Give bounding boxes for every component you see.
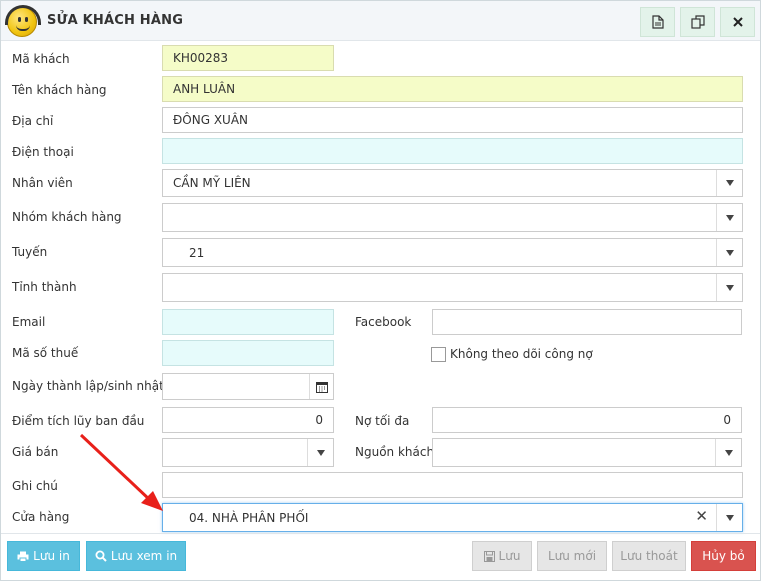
ma-khach-label: Mã khách [12,52,70,66]
nhom-khach-hang-label: Nhóm khách hàng [12,210,122,224]
nhan-vien-value: CẦN MỸ LIÊN [173,176,251,190]
ngay-thanh-lap-input[interactable] [162,373,334,400]
luu-in-button[interactable]: Lưu in [7,541,80,571]
clear-icon[interactable]: ✕ [695,508,708,524]
dialog-header: SỬA KHÁCH HÀNG [1,1,760,41]
khong-theo-doi-label: Không theo dõi công nợ [450,347,593,361]
dia-chi-value: ĐÔNG XUÂN [173,113,249,127]
dia-chi-label: Địa chỉ [12,114,54,128]
copy-icon [690,15,705,29]
luu-xem-in-label: Lưu xem in [110,549,178,563]
search-icon [95,550,107,562]
tuyen-label: Tuyến [12,245,48,259]
no-toi-da-label: Nợ tối đa [355,414,410,428]
diem-tich-luy-label: Điểm tích lũy ban đầu [12,414,145,428]
ten-khach-hang-input[interactable]: ANH LUÂN [162,76,743,102]
luu-label: Lưu [498,549,521,563]
copy-button[interactable] [680,7,715,37]
gia-ban-label: Giá bán [12,445,59,459]
ghi-chu-label: Ghi chú [12,479,58,493]
chevron-down-icon [716,504,742,531]
tinh-thanh-select[interactable] [162,273,743,302]
chevron-down-icon [715,439,741,466]
facebook-label: Facebook [355,315,412,329]
cua-hang-value: 04. NHÀ PHÂN PHỐI [189,510,309,525]
luu-moi-button[interactable]: Lưu mới [537,541,607,571]
tinh-thanh-label: Tỉnh thành [12,280,77,294]
gia-ban-select[interactable] [162,438,334,467]
dialog-title: SỬA KHÁCH HÀNG [47,13,184,28]
luu-xem-in-button[interactable]: Lưu xem in [86,541,186,571]
edit-customer-dialog: SỬA KHÁCH HÀNG Mã khách KH00283 Tên khác… [0,0,761,581]
facebook-input[interactable] [432,309,742,335]
luu-thoat-button[interactable]: Lưu thoát [612,541,686,571]
calendar-button[interactable] [309,374,333,399]
nguon-khach-label: Nguồn khách [355,445,435,459]
huy-bo-label: Hủy bỏ [702,549,745,563]
nguon-khach-select[interactable] [432,438,742,467]
ngay-thanh-lap-label: Ngày thành lập/sinh nhật [12,379,164,393]
ma-so-thue-label: Mã số thuế [12,346,79,360]
huy-bo-button[interactable]: Hủy bỏ [691,541,756,571]
no-toi-da-value: 0 [723,413,731,427]
app-logo-icon [5,5,41,37]
tuyen-value: 21 [189,245,205,260]
ma-khach-value: KH00283 [173,51,229,65]
document-button[interactable] [640,7,675,37]
close-button[interactable] [720,7,755,37]
luu-in-label: Lưu in [33,549,70,563]
luu-moi-label: Lưu mới [547,549,597,563]
chevron-down-icon [307,439,333,466]
chevron-down-icon [716,239,742,266]
ghi-chu-input[interactable] [162,472,743,498]
ten-khach-hang-label: Tên khách hàng [12,83,107,97]
diem-tich-luy-value: 0 [315,413,323,427]
calendar-icon [315,381,328,393]
cua-hang-label: Cửa hàng [12,510,70,524]
cua-hang-select[interactable]: 04. NHÀ PHÂN PHỐI ✕ [162,503,743,532]
nhan-vien-label: Nhân viên [12,176,73,190]
nhan-vien-select[interactable]: CẦN MỸ LIÊN [162,169,743,197]
save-icon [483,550,495,562]
dia-chi-input[interactable]: ĐÔNG XUÂN [162,107,743,133]
ten-khach-hang-value: ANH LUÂN [173,82,236,96]
email-input[interactable] [162,309,334,335]
tuyen-select[interactable]: 21 [162,238,743,267]
dien-thoai-input[interactable] [162,138,743,164]
ma-so-thue-input[interactable] [162,340,334,366]
chevron-down-icon [716,170,742,196]
email-label: Email [12,315,46,329]
nhom-khach-hang-select[interactable] [162,203,743,232]
luu-thoat-label: Lưu thoát [620,549,678,563]
document-icon [651,15,664,29]
close-icon [732,17,743,27]
chevron-down-icon [716,204,742,231]
ma-khach-input[interactable]: KH00283 [162,45,334,71]
diem-tich-luy-input[interactable]: 0 [162,407,334,433]
no-toi-da-input[interactable]: 0 [432,407,742,433]
khong-theo-doi-checkbox[interactable] [431,347,446,362]
chevron-down-icon [716,274,742,301]
luu-button[interactable]: Lưu [472,541,532,571]
dien-thoai-label: Điện thoại [12,145,74,159]
print-icon [17,551,29,562]
